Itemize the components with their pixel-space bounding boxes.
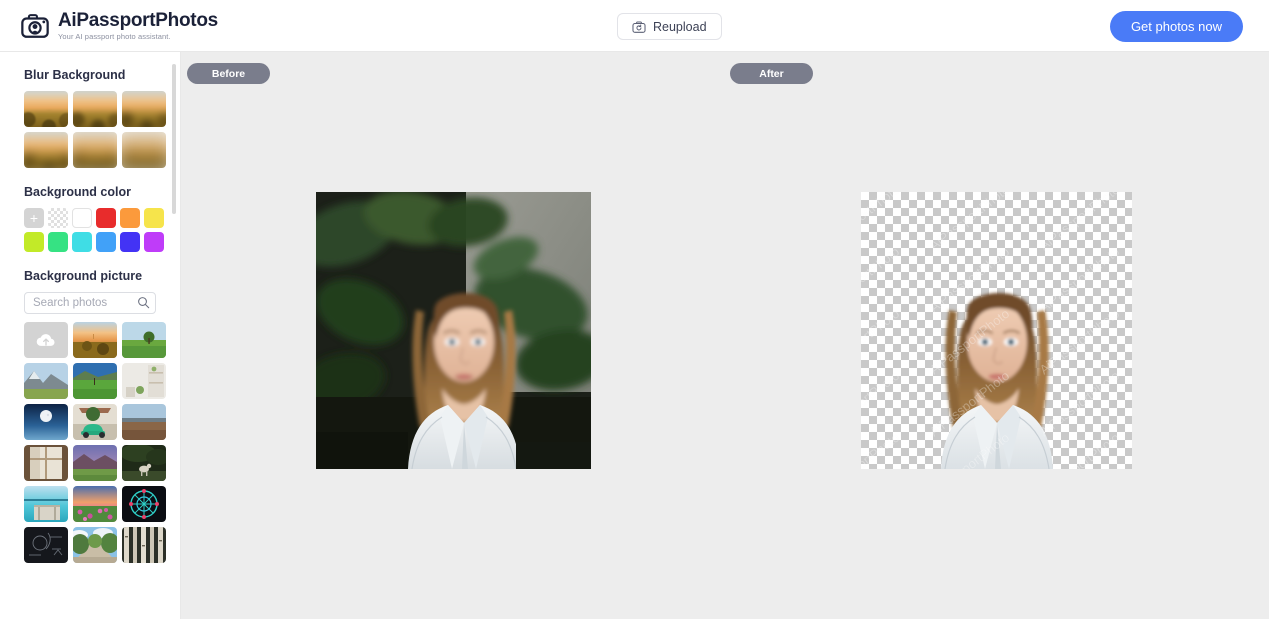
background-color-title: Background color	[24, 185, 131, 199]
app-header: AiPassportPhotos Your AI passport photo …	[0, 0, 1269, 52]
photo-tile-beach-pier[interactable]	[24, 486, 68, 522]
tree-lined-path-art	[73, 527, 117, 563]
color-swatch-indigo[interactable]	[120, 232, 140, 252]
after-portrait-cutout	[861, 192, 1132, 469]
photo-tile-lone-tree-green-field[interactable]	[122, 322, 166, 358]
photo-tile-full-moon-night[interactable]	[24, 404, 68, 440]
background-color-grid: +	[24, 208, 180, 252]
blur-level-2[interactable]	[73, 91, 117, 127]
blur-thumbnail-art	[24, 132, 68, 168]
photo-tile-white-interior-shelf[interactable]	[122, 363, 166, 399]
ferris-wheel-night-art	[122, 486, 166, 522]
blur-level-5[interactable]	[73, 132, 117, 168]
photo-tile-upload-tile[interactable]	[24, 322, 68, 358]
color-swatch-magenta[interactable]	[144, 232, 164, 252]
blur-level-6[interactable]	[122, 132, 166, 168]
blur-background-title: Blur Background	[24, 68, 126, 82]
brand-tagline: Your AI passport photo assistant.	[58, 31, 171, 41]
photo-tile-purple-mountain-valley[interactable]	[73, 445, 117, 481]
color-swatch-green[interactable]	[48, 232, 68, 252]
flower-field-sunset-art	[73, 486, 117, 522]
color-swatch-add-color[interactable]: +	[24, 208, 44, 228]
photo-tile-flower-field-sunset[interactable]	[73, 486, 117, 522]
photo-tile-ferris-wheel-night[interactable]	[122, 486, 166, 522]
sidebar-scrollbar-track[interactable]	[172, 58, 178, 613]
background-picture-section: Background picture	[24, 269, 180, 563]
chalkboard-formulas-art	[24, 527, 68, 563]
desert-plain-art	[122, 404, 166, 440]
green-car-under-tree-art	[73, 404, 117, 440]
green-hills-art	[73, 363, 117, 399]
blur-thumbnail-art	[122, 132, 166, 168]
window-curtain-art	[24, 445, 68, 481]
preview-canvas: Before After AiPassportPhoto AiPassportP…	[181, 52, 1269, 619]
sidebar-scrollbar-thumb[interactable]	[172, 64, 176, 214]
camera-refresh-icon	[632, 20, 646, 33]
color-swatch-white[interactable]	[72, 208, 92, 228]
color-swatch-blue[interactable]	[96, 232, 116, 252]
app-body: Blur Background Background color + Backg…	[0, 52, 1269, 619]
beach-pier-art	[24, 486, 68, 522]
photo-tile-rocky-mountain[interactable]	[24, 363, 68, 399]
before-label-pill[interactable]: Before	[187, 63, 270, 84]
camera-icon	[21, 13, 49, 38]
deer-under-tree-art	[122, 445, 166, 481]
background-color-section: Background color +	[24, 185, 180, 252]
sunset-field-art	[73, 322, 117, 358]
photo-tile-window-curtain[interactable]	[24, 445, 68, 481]
sidebar: Blur Background Background color + Backg…	[0, 52, 181, 619]
color-swatch-lime[interactable]	[24, 232, 44, 252]
blur-thumbnail-art	[122, 91, 166, 127]
blur-level-1[interactable]	[24, 91, 68, 127]
after-label-pill[interactable]: After	[730, 63, 813, 84]
transparency-checkerboard: AiPassportPhoto AiPassportPhoto AiPassport…	[861, 192, 1132, 469]
color-swatch-transparent[interactable]	[48, 208, 68, 228]
color-swatch-orange[interactable]	[120, 208, 140, 228]
lone-tree-green-field-art	[122, 322, 166, 358]
search-photos-input[interactable]	[24, 292, 156, 314]
search-box	[24, 292, 156, 314]
cloud-upload-icon	[36, 334, 55, 346]
color-swatch-red[interactable]	[96, 208, 116, 228]
photo-tile-deer-under-tree[interactable]	[122, 445, 166, 481]
blur-thumbnail-art	[24, 91, 68, 127]
photo-tile-chalkboard-formulas[interactable]	[24, 527, 68, 563]
blur-background-grid	[24, 91, 180, 168]
full-moon-night-art	[24, 404, 68, 440]
white-interior-shelf-art	[122, 363, 166, 399]
purple-mountain-valley-art	[73, 445, 117, 481]
color-swatch-yellow[interactable]	[144, 208, 164, 228]
brand-title: AiPassportPhotos	[58, 9, 218, 31]
color-swatch-cyan[interactable]	[72, 232, 92, 252]
rocky-mountain-art	[24, 363, 68, 399]
photo-tile-green-hills[interactable]	[73, 363, 117, 399]
reupload-label: Reupload	[653, 19, 707, 34]
after-portrait-art	[941, 293, 1053, 469]
blur-thumbnail-art	[73, 91, 117, 127]
after-image[interactable]: AiPassportPhoto AiPassportPhoto AiPassport…	[861, 192, 1132, 469]
photo-tile-green-car-under-tree[interactable]	[73, 404, 117, 440]
blur-level-3[interactable]	[122, 91, 166, 127]
reupload-button[interactable]: Reupload	[617, 13, 722, 40]
get-photos-now-button[interactable]: Get photos now	[1109, 11, 1243, 42]
background-picture-title: Background picture	[24, 269, 143, 283]
blur-background-section: Blur Background	[24, 68, 180, 168]
background-picture-grid	[24, 322, 180, 563]
blur-level-4[interactable]	[24, 132, 68, 168]
photo-tile-sunset-field[interactable]	[73, 322, 117, 358]
birch-forest-art	[122, 527, 166, 563]
photo-tile-birch-forest[interactable]	[122, 527, 166, 563]
photo-tile-tree-lined-path[interactable]	[73, 527, 117, 563]
brand-logo[interactable]: AiPassportPhotos Your AI passport photo …	[20, 11, 218, 41]
photo-tile-desert-plain[interactable]	[122, 404, 166, 440]
before-portrait-art	[316, 192, 591, 469]
before-image[interactable]	[316, 192, 591, 469]
blur-thumbnail-art	[73, 132, 117, 168]
